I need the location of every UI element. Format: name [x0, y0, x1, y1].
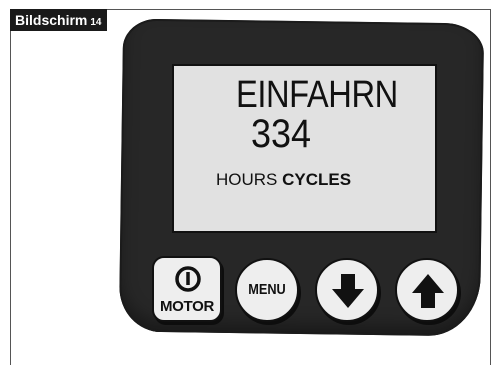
menu-button[interactable]: MENU: [235, 258, 299, 322]
motor-button[interactable]: MOTOR: [152, 256, 222, 322]
motor-button-label: MOTOR: [159, 298, 215, 315]
up-button[interactable]: [395, 258, 459, 322]
display-value: 334: [251, 112, 312, 156]
power-icon: [175, 266, 201, 292]
menu-button-label: MENU: [248, 281, 286, 298]
display-unit-cycles: CYCLES: [282, 170, 352, 189]
arrow-up-icon: [412, 274, 444, 308]
screen-label-number: 14: [90, 17, 102, 28]
screen-label-title: Bildschirm: [15, 12, 88, 28]
screen-label: Bildschirm 14: [10, 9, 108, 31]
display-unit-hours: HOURS: [216, 170, 278, 189]
arrow-down-icon: [332, 274, 364, 308]
down-button[interactable]: [315, 258, 379, 322]
display-unit-line: HOURS CYCLES: [216, 170, 351, 190]
